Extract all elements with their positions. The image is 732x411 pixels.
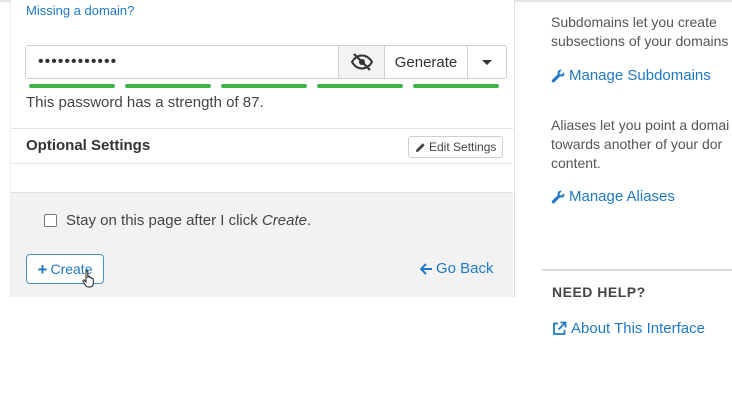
password-strength-meter (29, 84, 499, 88)
manage-aliases-label: Manage Aliases (569, 188, 675, 205)
stay-on-page-option[interactable]: Stay on this page after I click Create. (44, 212, 311, 229)
eye-slash-icon (350, 53, 373, 71)
password-input[interactable]: •••••••••••• (25, 45, 338, 79)
optional-settings-title: Optional Settings (26, 137, 151, 154)
divider (11, 163, 513, 164)
password-field-group: •••••••••••• Generate (25, 45, 507, 79)
wrench-icon (551, 190, 565, 203)
generate-button[interactable]: Generate (385, 45, 468, 79)
plus-icon: + (37, 259, 48, 279)
wrench-icon (551, 69, 565, 82)
about-interface-link[interactable]: About This Interface (552, 320, 705, 337)
divider (11, 128, 513, 129)
sidebar-divider (542, 269, 732, 271)
stay-on-page-label: Stay on this page after I click Create. (66, 212, 312, 229)
stay-on-page-checkbox[interactable] (44, 214, 57, 227)
toggle-visibility-button[interactable] (338, 45, 385, 79)
strength-segment (221, 84, 307, 88)
arrow-left-icon (420, 262, 432, 275)
pencil-icon (415, 142, 425, 152)
strength-segment (125, 84, 211, 88)
about-interface-label: About This Interface (571, 320, 705, 337)
strength-text: This password has a strength of 87. (26, 94, 264, 111)
manage-aliases-link[interactable]: Manage Aliases (551, 188, 675, 205)
aliases-help-text: Aliases let you point a domai towards an… (551, 117, 730, 171)
manage-subdomains-link[interactable]: Manage Subdomains (551, 67, 711, 84)
strength-segment (29, 84, 115, 88)
missing-domain-link[interactable]: Missing a domain? (26, 3, 134, 18)
generate-options-dropdown[interactable] (468, 45, 507, 79)
edit-settings-button[interactable]: Edit Settings (408, 136, 504, 158)
go-back-label: Go Back (436, 260, 494, 277)
subdomains-help-text: Subdomains let you create subsections of… (551, 14, 729, 49)
caret-down-icon (482, 59, 492, 65)
strength-segment (413, 84, 499, 88)
external-link-icon (553, 321, 567, 335)
manage-subdomains-label: Manage Subdomains (569, 67, 711, 84)
go-back-link[interactable]: Go Back (420, 260, 494, 277)
hand-pointer-cursor-icon (82, 270, 94, 288)
strength-segment (317, 84, 403, 88)
edit-settings-label: Edit Settings (429, 140, 497, 154)
need-help-heading: NEED HELP? (552, 284, 646, 300)
